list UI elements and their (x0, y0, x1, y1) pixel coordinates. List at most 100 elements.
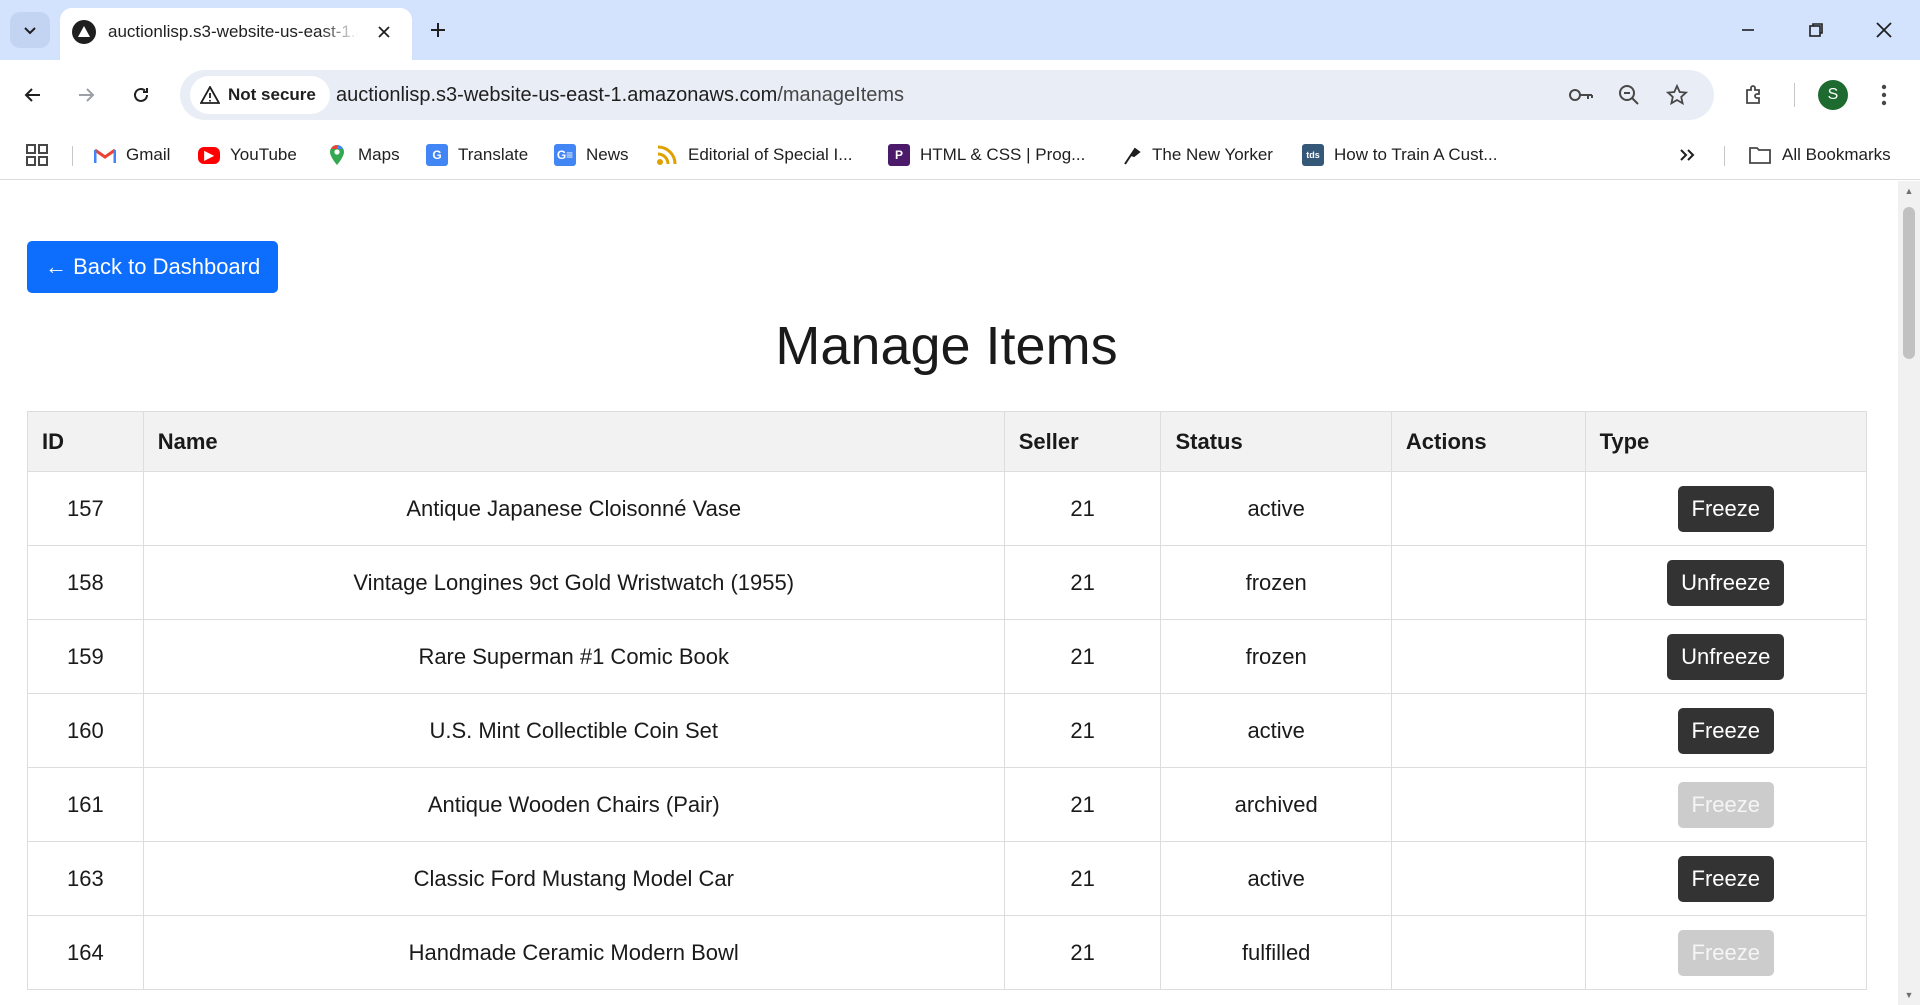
bookmark-html-css[interactable]: P HTML & CSS | Prog... (888, 140, 1085, 170)
freeze-button[interactable]: Freeze (1677, 855, 1775, 902)
tds-icon: tds (1302, 144, 1324, 166)
cell-id: 161 (27, 767, 144, 842)
p-logo-icon: P (888, 144, 910, 166)
freeze-button[interactable]: Freeze (1677, 485, 1775, 532)
cell-seller: 21 (1003, 915, 1162, 990)
bookmarks-divider (72, 146, 73, 166)
bookmark-label: Maps (358, 145, 400, 164)
cell-status: active (1160, 841, 1392, 916)
minimize-icon (1742, 29, 1754, 31)
more-bookmarks-button[interactable] (1678, 140, 1696, 170)
active-tab[interactable]: auctionlisp.s3-website-us-east-1.amazona… (60, 8, 412, 60)
column-header-status: Status (1160, 411, 1392, 472)
bookmark-label: How to Train A Cust... (1334, 145, 1498, 164)
cell-name: Classic Ford Mustang Model Car (142, 841, 1005, 916)
bookmark-label: News (586, 145, 629, 164)
cell-actions (1390, 841, 1586, 916)
browser-menu-button[interactable] (1864, 75, 1904, 115)
bookmark-youtube[interactable]: ▶ YouTube (198, 140, 297, 170)
cell-status: frozen (1160, 545, 1392, 620)
bookmark-translate[interactable]: G Translate (426, 140, 528, 170)
scrollbar-thumb[interactable] (1903, 207, 1915, 359)
close-icon (378, 26, 390, 38)
bookmark-label: Translate (458, 145, 529, 164)
cell-id: 160 (27, 693, 144, 768)
cell-name: Antique Wooden Chairs (Pair) (142, 767, 1005, 842)
cell-status: frozen (1160, 619, 1392, 694)
cell-id: 158 (27, 545, 144, 620)
extensions-button[interactable] (1734, 75, 1774, 115)
cell-type: Freeze (1584, 693, 1868, 768)
vertical-scrollbar[interactable]: ▲ ▼ (1898, 181, 1920, 1005)
bookmarks-bar: Gmail ▶ YouTube Maps G Translate G≡ News… (0, 130, 1920, 180)
freeze-button[interactable]: Freeze (1677, 707, 1775, 754)
bookmark-star-button[interactable] (1660, 78, 1694, 112)
table-row: 160 U.S. Mint Collectible Coin Set 21 activ… (27, 693, 1868, 768)
zoom-button[interactable] (1612, 78, 1646, 112)
cell-actions (1390, 767, 1586, 842)
cell-name: Vintage Longines 9ct Gold Wristwatch (19… (142, 545, 1005, 620)
reload-button[interactable] (121, 75, 161, 115)
cell-id: 157 (27, 471, 144, 546)
back-nav-button[interactable] (13, 75, 53, 115)
tab-close-button[interactable] (370, 18, 398, 46)
bookmark-news[interactable]: G≡ News (554, 140, 629, 170)
close-icon (1876, 22, 1892, 38)
unfreeze-button[interactable]: Unfreeze (1667, 633, 1785, 680)
cell-name: U.S. Mint Collectible Coin Set (142, 693, 1005, 768)
cell-type: Unfreeze (1584, 619, 1868, 694)
all-bookmarks-button[interactable]: All Bookmarks (1748, 140, 1891, 170)
rss-icon (656, 144, 678, 166)
folder-icon (1749, 147, 1771, 164)
cell-type: Freeze (1584, 767, 1868, 842)
table-row: 163 Classic Ford Mustang Model Car 21 activ… (27, 841, 1868, 916)
close-window-button[interactable] (1858, 8, 1910, 52)
apps-button[interactable] (26, 140, 48, 170)
bookmark-gmail[interactable]: Gmail (94, 140, 170, 170)
freeze-button: Freeze (1677, 781, 1775, 828)
restore-button[interactable] (1790, 8, 1842, 52)
unfreeze-button[interactable]: Unfreeze (1667, 559, 1785, 606)
cell-seller: 21 (1003, 693, 1162, 768)
bookmark-maps[interactable]: Maps (326, 140, 400, 170)
chevron-double-right-icon (1680, 149, 1695, 161)
warning-icon (200, 86, 220, 104)
minimize-button[interactable] (1722, 8, 1774, 52)
cell-seller: 21 (1003, 619, 1162, 694)
forward-nav-button[interactable] (66, 75, 106, 115)
table-row: 158 Vintage Longines 9ct Gold Wristwatch … (27, 545, 1868, 620)
reload-icon (134, 87, 148, 102)
column-header-seller: Seller (1003, 411, 1162, 472)
column-header-actions: Actions (1390, 411, 1586, 472)
cell-status: active (1160, 471, 1392, 546)
browser-toolbar: Not secure auctionlisp.s3-website-us-eas… (0, 60, 1920, 130)
column-header-type: Type (1584, 411, 1868, 472)
profile-button[interactable]: S (1813, 75, 1853, 115)
bookmark-tds[interactable]: tds How to Train A Cust... (1302, 140, 1497, 170)
cell-id: 163 (27, 841, 144, 916)
zoom-out-icon (1619, 85, 1639, 105)
page-title: Manage Items (775, 316, 1118, 376)
bookmark-label: HTML & CSS | Prog... (920, 145, 1086, 164)
security-label: Not secure (228, 85, 316, 104)
table-header-row: ID Name Seller Status Actions Type (27, 411, 1868, 472)
bookmark-new-yorker[interactable]: The New Yorker (1120, 140, 1273, 170)
back-to-dashboard-button[interactable]: ← Back to Dashboard (27, 241, 279, 293)
scroll-up-arrow-icon[interactable]: ▲ (1903, 185, 1915, 197)
chevron-down-icon (24, 27, 36, 35)
tab-search-button[interactable] (10, 12, 50, 48)
bookmark-editorial[interactable]: Editorial of Special I... (656, 140, 852, 170)
column-header-name: Name (142, 411, 1005, 472)
puzzle-icon (1746, 85, 1760, 104)
bookmark-label: Editorial of Special I... (688, 145, 853, 164)
security-chip[interactable]: Not secure (190, 76, 330, 114)
new-tab-button[interactable] (420, 12, 456, 48)
url-text[interactable]: auctionlisp.s3-website-us-east-1.amazona… (336, 84, 904, 107)
password-key-button[interactable] (1564, 78, 1598, 112)
items-table-body: 157 Antique Japanese Cloisonné Vase 21 acti… (27, 471, 1868, 990)
address-bar[interactable]: Not secure auctionlisp.s3-website-us-eas… (180, 70, 1714, 120)
scroll-down-arrow-icon[interactable]: ▼ (1903, 989, 1915, 1001)
arrow-right-icon (79, 88, 95, 102)
new-yorker-icon (1120, 144, 1142, 166)
cell-name: Antique Japanese Cloisonné Vase (142, 471, 1005, 546)
